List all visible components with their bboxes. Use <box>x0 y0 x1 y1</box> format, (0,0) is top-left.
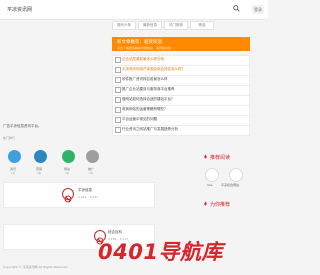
footer-text: Copyright © 平凉资讯网 All Rights Reserved <box>3 265 68 269</box>
checkbox-icon <box>115 57 121 63</box>
recommend-item-label[interactable]: 平凉综合网站 <box>221 183 239 187</box>
category-icon[interactable] <box>86 150 99 163</box>
checkbox-icon <box>115 107 121 113</box>
hot-title: 为你推荐 <box>210 202 231 208</box>
list-item-text: 平台运营中常见的问题 <box>122 117 157 121</box>
avatar-icon <box>62 188 74 203</box>
top-bar <box>0 0 268 20</box>
list-item-text: 行业资讯之网站推广与发展趋势分析 <box>122 127 178 131</box>
fire-icon <box>204 154 207 159</box>
list-item-text: 推广企业站建设与服务商平台推荐 <box>122 87 175 91</box>
watermark-logo: 0401导航库 <box>98 240 223 264</box>
recommend-item-label[interactable]: Vea <box>207 183 213 187</box>
search-icon[interactable] <box>233 5 240 12</box>
avatar[interactable] <box>229 168 243 182</box>
checkbox-icon <box>115 87 121 93</box>
section-label: 热门排行 <box>3 136 16 140</box>
category-count: 5条 <box>37 172 42 175</box>
tab-hot[interactable]: 热门推荐 <box>164 21 188 30</box>
checkbox-icon <box>115 127 121 133</box>
login-button[interactable]: 登录 <box>252 5 264 14</box>
banner-subtitle: 点击了解更多精彩内容信息，请持续关注 › <box>117 46 174 50</box>
list-item-text: 企业站发展前景怎么样分析 <box>122 57 164 61</box>
category-count: 3条 <box>65 172 70 175</box>
tab-selected[interactable]: 精选 <box>190 21 214 30</box>
tab-featured[interactable]: 福号头条 <box>112 21 136 30</box>
category-icon[interactable] <box>34 150 47 163</box>
category-count: 1条 <box>11 172 16 175</box>
category-icon[interactable] <box>8 150 21 163</box>
category-icon[interactable] <box>62 150 75 163</box>
checkbox-icon <box>115 117 121 123</box>
avatar[interactable] <box>205 168 219 182</box>
checkbox-icon <box>115 67 121 73</box>
card-title: 综合百科 <box>108 230 122 234</box>
list-item-text: 做网站如何选择合适的建站平台？ <box>122 97 175 101</box>
fire-icon <box>204 201 207 206</box>
list-item-text: 软件推广资讯排名前景怎么样 <box>122 77 168 81</box>
list-item-text: 电商网站的运营策略有哪些？ <box>122 107 168 111</box>
list-item-text: 平凉资讯网用户体验及综合排名怎么样？ <box>122 67 185 71</box>
intro-text: 广告平凉信息资讯平台。 <box>3 124 42 128</box>
site-logo[interactable]: 平凉资讯网 <box>7 6 32 13</box>
recommend-title: 推荐阅读 <box>210 155 231 161</box>
checkbox-icon <box>115 77 121 83</box>
banner-title: 新文章推荐：超受欢迎 <box>117 40 162 45</box>
card-title: 平凉信息 <box>78 188 92 192</box>
checkbox-icon <box>115 97 121 103</box>
category-count: 2条 <box>89 172 94 175</box>
tab-latest[interactable]: 最新信息 <box>138 21 162 30</box>
card-meta: 1,011 · 2,041 <box>78 195 99 199</box>
